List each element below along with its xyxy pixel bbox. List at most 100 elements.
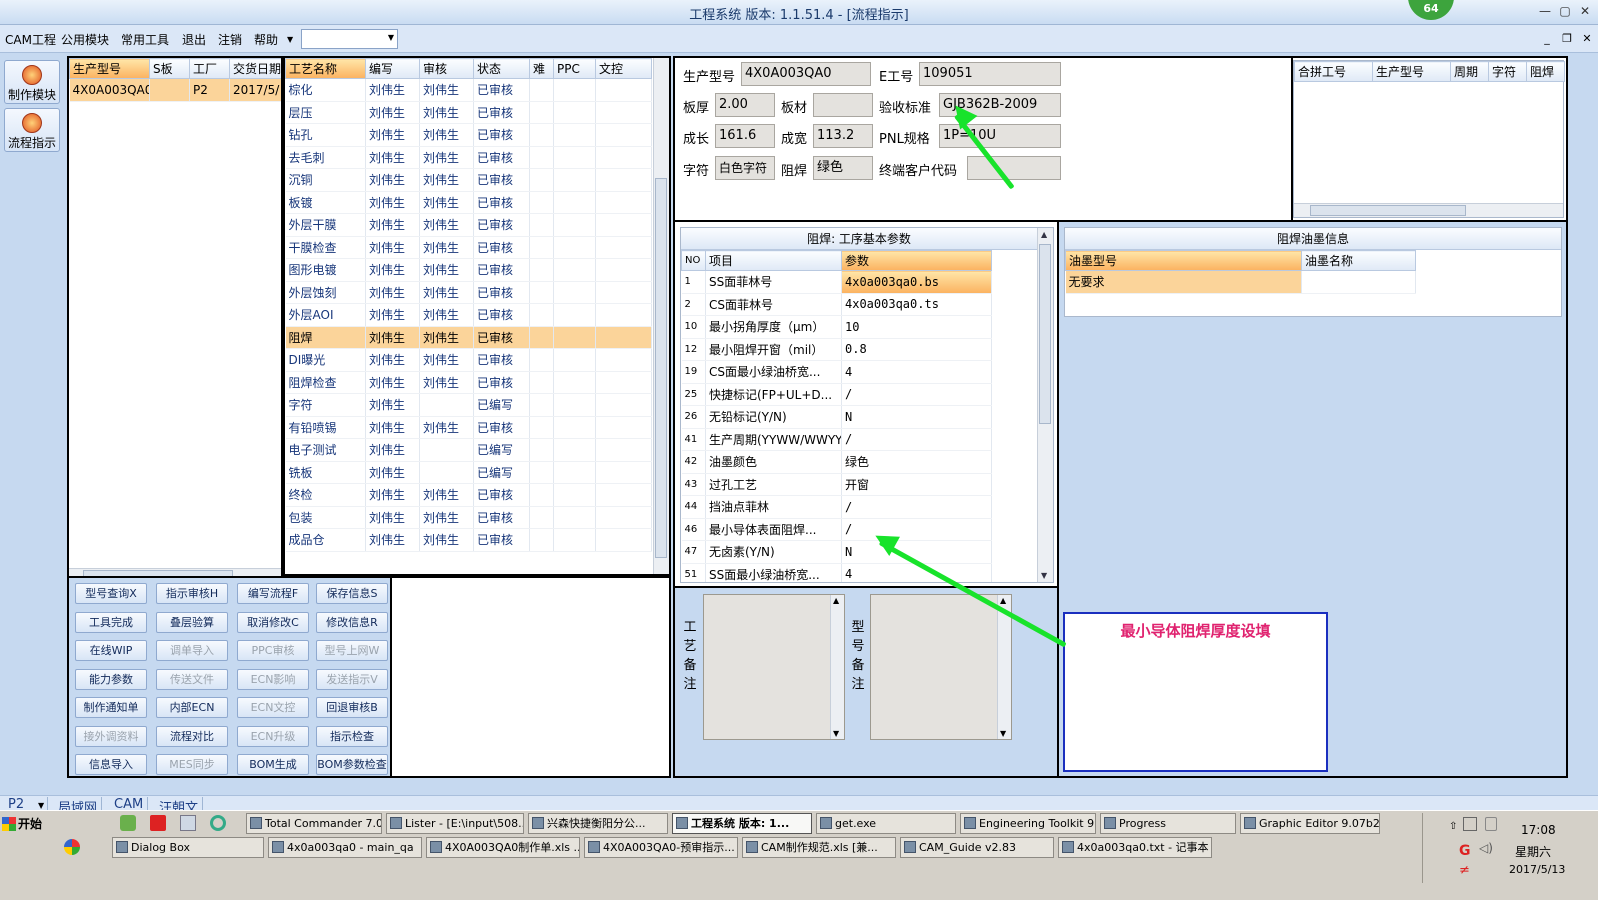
app-icon[interactable] xyxy=(120,815,136,831)
process-row[interactable]: 阻焊 刘伟生 刘伟生 已审核 xyxy=(285,326,652,349)
process-vscroll[interactable] xyxy=(653,58,669,574)
col-difficulty[interactable]: 难 xyxy=(529,58,554,79)
col-delivery-date[interactable]: 交货日期 xyxy=(229,58,281,79)
action-button[interactable]: 传送文件 xyxy=(156,668,228,690)
field-length[interactable]: 161.6 xyxy=(715,124,775,148)
clock-date[interactable]: 2017/5/13 xyxy=(1509,863,1565,876)
params-vscroll-thumb[interactable] xyxy=(1039,244,1051,424)
maximize-icon[interactable]: ▢ xyxy=(1556,2,1574,20)
col-item[interactable]: 项目 xyxy=(705,250,842,271)
param-row[interactable]: 42 油墨颜色 绿色 xyxy=(681,450,992,474)
battery-icon[interactable] xyxy=(1485,817,1497,831)
col-merge-char[interactable]: 字符 xyxy=(1488,61,1527,82)
param-row[interactable]: 47 无卤素(Y/N) N xyxy=(681,540,992,564)
param-row[interactable]: 25 快捷标记(FP+UL+D... / xyxy=(681,383,992,406)
col-ink-name[interactable]: 油墨名称 xyxy=(1301,250,1416,271)
action-button[interactable]: 工具完成 xyxy=(75,611,147,633)
action-button[interactable]: BOM参数检查 xyxy=(316,754,388,775)
param-row[interactable]: 44 挡油点菲林 / xyxy=(681,495,992,519)
pdf-icon[interactable] xyxy=(150,815,166,831)
process-remark-field[interactable]: ▲ ▼ xyxy=(703,594,845,740)
field-char[interactable]: 白色字符 xyxy=(715,156,775,180)
taskbar-button[interactable]: CAM_Guide v2.83 xyxy=(900,837,1054,858)
taskbar-button[interactable]: Total Commander 7.0... xyxy=(246,813,382,834)
action-button[interactable]: 回退审核B xyxy=(316,697,388,718)
taskbar-button[interactable]: get.exe xyxy=(816,813,956,834)
menu-logout[interactable]: 注销 xyxy=(218,31,242,47)
clock-time[interactable]: 17:08 xyxy=(1521,823,1556,837)
field-board[interactable] xyxy=(813,93,873,117)
field-e-no[interactable]: 109051 xyxy=(919,62,1061,86)
mdi-close-icon[interactable]: ✕ xyxy=(1580,32,1594,45)
scroll-down-icon[interactable]: ▼ xyxy=(833,729,839,738)
action-button[interactable]: 在线WIP xyxy=(75,640,147,661)
taskbar-button[interactable]: 工程系统 版本: 1... xyxy=(672,813,812,834)
process-remark-scroll[interactable]: ▲ ▼ xyxy=(830,595,844,739)
param-row[interactable]: 46 最小导体表面阻焊... / xyxy=(681,518,992,541)
col-model[interactable]: 生产型号 xyxy=(69,58,150,79)
field-model[interactable]: 4X0A003QA0 xyxy=(741,62,871,86)
action-button[interactable]: 修改信息R xyxy=(316,611,388,633)
col-doc-control[interactable]: 文控 xyxy=(595,58,652,79)
action-button[interactable]: 指示检查 xyxy=(316,725,388,747)
action-button[interactable]: ECN升级 xyxy=(237,725,309,747)
taskbar-button[interactable]: 4x0a003qa0 - main_qa xyxy=(268,837,422,858)
field-pnl[interactable]: 1P=10U xyxy=(939,124,1061,148)
taskbar-button[interactable]: Engineering Toolkit 9.... xyxy=(960,813,1096,834)
field-customer-code[interactable] xyxy=(967,156,1061,180)
action-button[interactable]: 型号查询X xyxy=(75,583,147,604)
col-reviewer[interactable]: 审核 xyxy=(419,58,474,79)
input-method-icon[interactable]: ≠ xyxy=(1459,863,1470,878)
process-row[interactable]: 钻孔 刘伟生 刘伟生 已审核 xyxy=(285,123,652,147)
col-ppc[interactable]: PPC xyxy=(553,58,596,79)
field-width[interactable]: 113.2 xyxy=(813,124,873,148)
param-row[interactable]: 1 SS面菲林号 4x0a003qa0.bs xyxy=(681,270,992,294)
params-vscroll[interactable]: ▲ ▼ xyxy=(1037,228,1053,582)
browser-icon[interactable] xyxy=(210,815,226,831)
process-row[interactable]: 有铅喷锡 刘伟生 刘伟生 已审核 xyxy=(285,416,652,439)
taskbar-button[interactable]: 兴森快捷衡阳分公... xyxy=(528,813,668,834)
action-button[interactable]: 发送指示V xyxy=(316,668,388,690)
taskbar-button[interactable]: CAM制作规范.xls [兼... xyxy=(742,837,896,858)
scroll-up-icon[interactable]: ▲ xyxy=(833,596,839,605)
process-row[interactable]: DI曝光 刘伟生 刘伟生 已审核 xyxy=(285,348,652,372)
col-merge-cycle[interactable]: 周期 xyxy=(1450,61,1489,82)
param-row[interactable]: 26 无铅标记(Y/N) N xyxy=(681,405,992,429)
col-process-name[interactable]: 工艺名称 xyxy=(285,58,366,79)
process-row[interactable]: 图形电镀 刘伟生 刘伟生 已审核 xyxy=(285,258,652,282)
process-row[interactable]: 外层AOI 刘伟生 刘伟生 已审核 xyxy=(285,303,652,327)
action-button[interactable]: 能力参数 xyxy=(75,668,147,690)
menu-help-dropdown-icon[interactable]: ▼ xyxy=(287,35,293,51)
scroll-up-icon[interactable]: ▲ xyxy=(1041,230,1047,239)
action-button[interactable]: 接外调资料 xyxy=(75,725,147,747)
action-button[interactable]: 编写流程F xyxy=(237,583,309,604)
col-writer[interactable]: 编写 xyxy=(365,58,420,79)
taskbar-button[interactable]: Dialog Box xyxy=(112,837,264,858)
clock-weekday[interactable]: 星期六 xyxy=(1515,843,1551,860)
process-row[interactable]: 终检 刘伟生 刘伟生 已审核 xyxy=(285,483,652,507)
param-row[interactable]: 43 过孔工艺 开窗 xyxy=(681,473,992,496)
process-row[interactable]: 去毛刺 刘伟生 刘伟生 已审核 xyxy=(285,146,652,169)
process-row[interactable]: 棕化 刘伟生 刘伟生 已审核 xyxy=(285,78,652,102)
scroll-up-icon[interactable]: ▲ xyxy=(1000,596,1006,605)
col-param[interactable]: 参数 xyxy=(841,250,992,271)
field-mask[interactable]: 绿色 xyxy=(813,156,873,180)
process-row[interactable]: 干膜检查 刘伟生 刘伟生 已审核 xyxy=(285,236,652,259)
action-button[interactable]: 取消修改C xyxy=(237,611,309,633)
desktop-icon[interactable] xyxy=(64,839,80,855)
antivirus-icon[interactable]: G xyxy=(1459,843,1471,859)
action-button[interactable]: BOM生成 xyxy=(237,754,309,775)
device-icon[interactable] xyxy=(1463,817,1477,831)
param-row[interactable]: 2 CS面菲林号 4x0a003qa0.ts xyxy=(681,293,992,316)
calculator-icon[interactable] xyxy=(180,815,196,831)
taskbar-button[interactable]: 4X0A003QA0制作单.xls ... xyxy=(426,837,580,858)
tray-expand-icon[interactable]: ⇧ xyxy=(1449,821,1457,832)
process-row[interactable]: 板镀 刘伟生 刘伟生 已审核 xyxy=(285,191,652,214)
menu-common-modules[interactable]: 公用模块 xyxy=(61,31,109,47)
mdi-minimize-icon[interactable]: _ xyxy=(1540,32,1554,45)
col-merge-mask[interactable]: 阻焊 xyxy=(1526,61,1565,82)
close-icon[interactable]: ✕ xyxy=(1576,2,1594,20)
action-button[interactable]: 型号上网W xyxy=(316,640,388,661)
process-row[interactable]: 外层蚀刻 刘伟生 刘伟生 已审核 xyxy=(285,281,652,304)
action-button[interactable]: 内部ECN xyxy=(156,697,228,718)
